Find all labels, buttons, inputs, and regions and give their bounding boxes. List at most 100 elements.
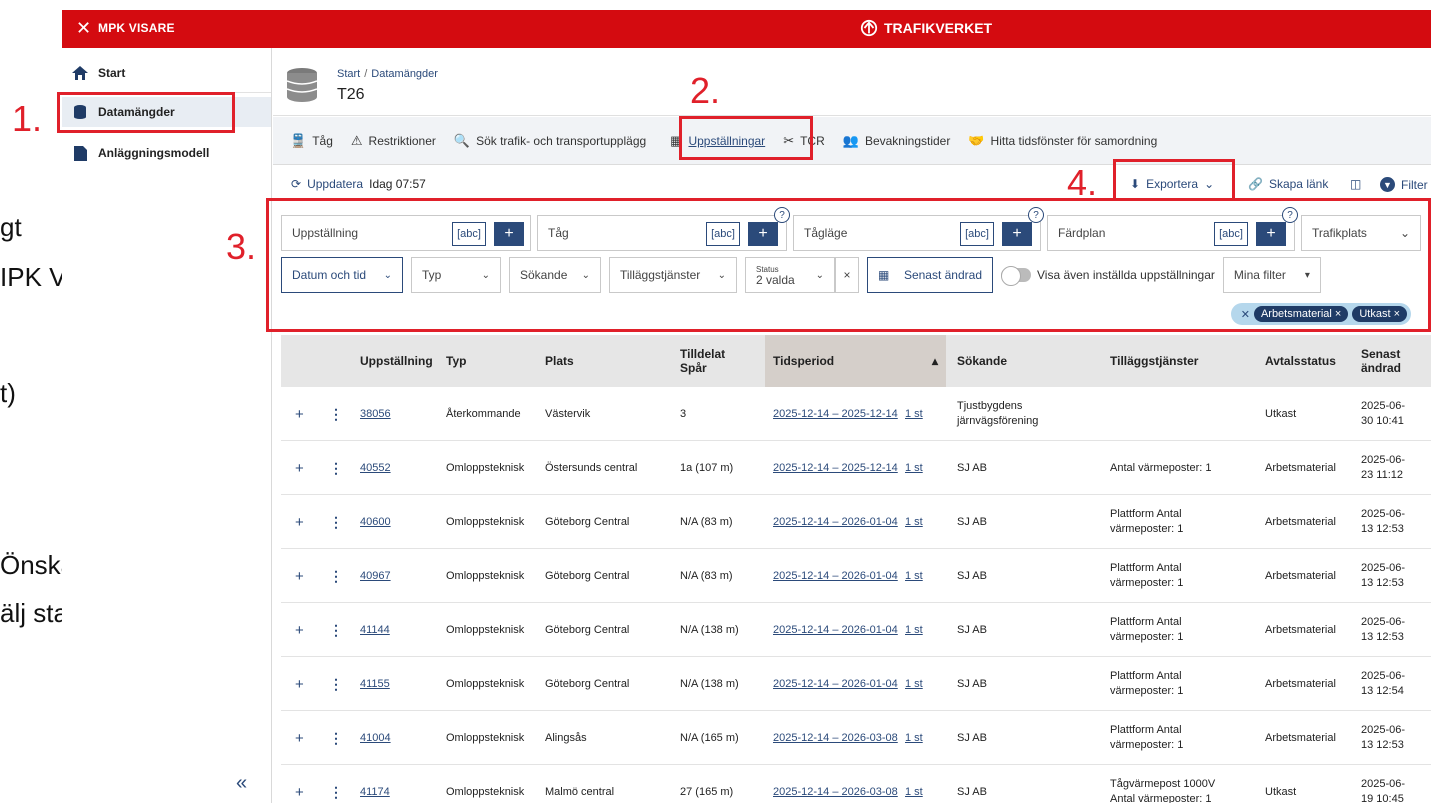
- count-link[interactable]: 1 st: [905, 407, 923, 422]
- chip-utkast[interactable]: Utkast ×: [1352, 306, 1407, 322]
- filter-button[interactable]: ▼ Filter: [1380, 177, 1428, 192]
- breadcrumb-datamangder[interactable]: Datamängder: [371, 68, 438, 80]
- table-row[interactable]: + ⋮ 41004 Omloppsteknisk Alingsås N/A (165 m)…: [281, 711, 1431, 765]
- tillaggstjanster-dropdown[interactable]: Tilläggstjänster ⌄: [609, 257, 737, 293]
- table-row[interactable]: + ⋮ 40552 Omloppsteknisk Östersunds central 1…: [281, 441, 1431, 495]
- export-button[interactable]: ⬇ Exportera ⌄: [1130, 177, 1214, 191]
- tidsperiod-link[interactable]: 2025-12-14 – 2025-12-14: [773, 407, 898, 422]
- mina-filter-dropdown[interactable]: Mina filter ▾: [1222, 257, 1321, 293]
- trafikplats-dropdown[interactable]: Trafikplats ⌄: [1301, 215, 1421, 251]
- create-link-button[interactable]: 🔗 Skapa länk: [1248, 177, 1328, 191]
- col-senast-andrad[interactable]: Senast ändrad: [1361, 335, 1411, 387]
- uppstallning-filter[interactable]: Uppställning [abc] +: [281, 215, 531, 251]
- table-row[interactable]: + ⋮ 41144 Omloppsteknisk Göteborg Central N/A…: [281, 603, 1431, 657]
- col-tillaggstjanster[interactable]: Tilläggstjänster: [1110, 335, 1198, 387]
- tidsperiod-link[interactable]: 2025-12-14 – 2026-01-04: [773, 623, 898, 638]
- expand-row-icon[interactable]: +: [295, 569, 304, 584]
- count-link[interactable]: 1 st: [905, 461, 923, 476]
- row-menu-icon[interactable]: ⋮: [329, 784, 343, 800]
- count-link[interactable]: 1 st: [905, 677, 923, 692]
- toggle-switch[interactable]: [1001, 266, 1031, 286]
- expand-row-icon[interactable]: +: [295, 407, 304, 422]
- abc-toggle[interactable]: [abc]: [706, 222, 740, 246]
- abc-toggle[interactable]: [abc]: [1214, 222, 1248, 246]
- tidsperiod-link[interactable]: 2025-12-14 – 2026-03-08: [773, 785, 898, 800]
- plus-icon[interactable]: +: [748, 222, 778, 246]
- col-typ[interactable]: Typ: [446, 335, 466, 387]
- help-icon[interactable]: ?: [774, 207, 790, 223]
- expand-row-icon[interactable]: +: [295, 785, 304, 800]
- count-link[interactable]: 1 st: [905, 569, 923, 584]
- row-menu-icon[interactable]: ⋮: [329, 568, 343, 584]
- uppstallning-link[interactable]: 41174: [360, 785, 390, 800]
- col-uppstallning[interactable]: Uppställning: [360, 335, 433, 387]
- expand-row-icon[interactable]: +: [295, 677, 304, 692]
- tab-bevakningstider[interactable]: 👥 Bevakningstider: [843, 126, 951, 156]
- uppstallning-link[interactable]: 40967: [360, 569, 391, 584]
- columns-button[interactable]: ◫: [1350, 177, 1361, 191]
- uppstallning-link[interactable]: 40600: [360, 515, 391, 530]
- sidebar-item-datamangder[interactable]: Datamängder: [62, 97, 271, 127]
- help-icon[interactable]: ?: [1028, 207, 1044, 223]
- taglage-filter[interactable]: Tågläge [abc] + ?: [793, 207, 1044, 251]
- row-menu-icon[interactable]: ⋮: [329, 622, 343, 638]
- row-menu-icon[interactable]: ⋮: [329, 514, 343, 530]
- tab-uppstallningar[interactable]: ▦ Uppställningar: [670, 126, 765, 156]
- tidsperiod-link[interactable]: 2025-12-14 – 2026-01-04: [773, 677, 898, 692]
- plus-icon[interactable]: +: [494, 222, 524, 246]
- tab-tcr[interactable]: ✂ TCR: [783, 126, 825, 156]
- uppstallning-link[interactable]: 41004: [360, 731, 391, 746]
- count-link[interactable]: 1 st: [905, 785, 923, 800]
- tidsperiod-link[interactable]: 2025-12-14 – 2026-03-08: [773, 731, 898, 746]
- clear-chips-icon[interactable]: ✕: [1241, 308, 1250, 321]
- row-menu-icon[interactable]: ⋮: [329, 730, 343, 746]
- sidebar-item-anlaggningsmodell[interactable]: Anläggningsmodell: [62, 138, 271, 168]
- sokande-dropdown[interactable]: Sökande ⌄: [509, 257, 601, 293]
- typ-dropdown[interactable]: Typ ⌄: [411, 257, 501, 293]
- count-link[interactable]: 1 st: [905, 731, 923, 746]
- fardplan-filter[interactable]: Färdplan [abc] + ?: [1047, 207, 1298, 251]
- table-row[interactable]: + ⋮ 41174 Omloppsteknisk Malmö central 27 (16…: [281, 765, 1431, 803]
- sidebar-item-start[interactable]: Start: [62, 58, 271, 88]
- uppstallning-link[interactable]: 40552: [360, 461, 391, 476]
- collapse-sidebar-icon[interactable]: «: [236, 772, 247, 795]
- plus-icon[interactable]: +: [1002, 222, 1032, 246]
- table-row[interactable]: + ⋮ 40600 Omloppsteknisk Göteborg Central N/A…: [281, 495, 1431, 549]
- senast-andrad-button[interactable]: ▦ Senast ändrad: [867, 257, 993, 293]
- col-tilldelat-spar[interactable]: Tilldelat Spår: [680, 335, 750, 387]
- row-menu-icon[interactable]: ⋮: [329, 460, 343, 476]
- row-menu-icon[interactable]: ⋮: [329, 406, 343, 422]
- status-dropdown[interactable]: Status 2 valda ⌄: [745, 257, 835, 293]
- tidsperiod-link[interactable]: 2025-12-14 – 2026-01-04: [773, 569, 898, 584]
- tab-sok-trafik[interactable]: 🔍 Sök trafik- och transportupplägg: [454, 126, 646, 156]
- expand-row-icon[interactable]: +: [295, 731, 304, 746]
- col-tidsperiod[interactable]: Tidsperiod ▴: [765, 335, 946, 387]
- refresh-button[interactable]: ⟳ Uppdatera Idag 07:57: [291, 177, 426, 191]
- breadcrumb-start[interactable]: Start: [337, 68, 360, 80]
- close-icon[interactable]: ✕: [76, 18, 91, 38]
- uppstallning-link[interactable]: 41144: [360, 623, 390, 638]
- help-icon[interactable]: ?: [1282, 207, 1298, 223]
- expand-row-icon[interactable]: +: [295, 461, 304, 476]
- row-menu-icon[interactable]: ⋮: [329, 676, 343, 692]
- plus-icon[interactable]: +: [1256, 222, 1286, 246]
- tidsperiod-link[interactable]: 2025-12-14 – 2025-12-14: [773, 461, 898, 476]
- abc-toggle[interactable]: [abc]: [960, 222, 994, 246]
- clear-status-icon[interactable]: ×: [835, 257, 859, 293]
- count-link[interactable]: 1 st: [905, 623, 923, 638]
- tidsperiod-link[interactable]: 2025-12-14 – 2026-01-04: [773, 515, 898, 530]
- tab-tag[interactable]: 🚆 Tåg: [290, 126, 333, 156]
- table-row[interactable]: + ⋮ 38056 Återkommande Västervik 3 2025-12-14 …: [281, 387, 1431, 441]
- abc-toggle[interactable]: [abc]: [452, 222, 486, 246]
- expand-row-icon[interactable]: +: [295, 515, 304, 530]
- count-link[interactable]: 1 st: [905, 515, 923, 530]
- datum-dropdown[interactable]: Datum och tid ⌄: [281, 257, 403, 293]
- uppstallning-link[interactable]: 41155: [360, 677, 390, 692]
- uppstallning-link[interactable]: 38056: [360, 407, 391, 422]
- tab-restriktioner[interactable]: ⚠ Restriktioner: [351, 126, 436, 156]
- tab-hitta-tidsfonster[interactable]: 🤝 Hitta tidsfönster för samordning: [968, 126, 1157, 156]
- tag-filter[interactable]: Tåg [abc] + ?: [537, 207, 790, 251]
- table-row[interactable]: + ⋮ 41155 Omloppsteknisk Göteborg Central N/A…: [281, 657, 1431, 711]
- col-plats[interactable]: Plats: [545, 335, 574, 387]
- col-avtalsstatus[interactable]: Avtalsstatus: [1265, 335, 1336, 387]
